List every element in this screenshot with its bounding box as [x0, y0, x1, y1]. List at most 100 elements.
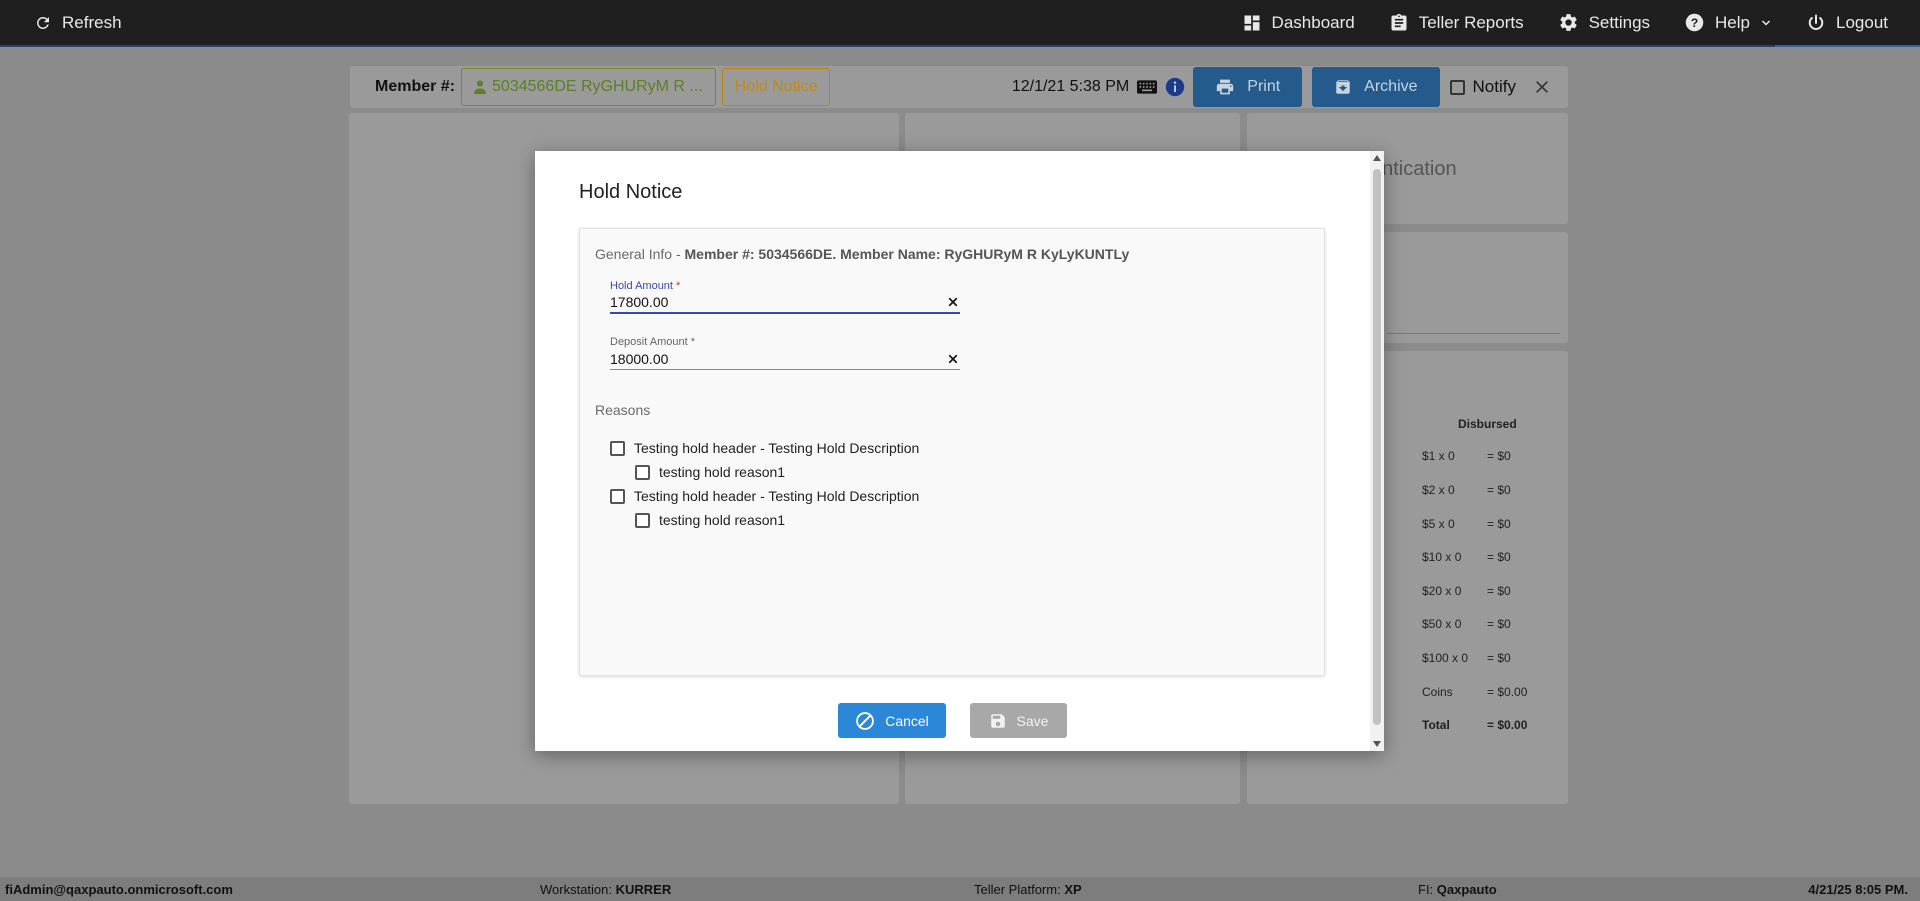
nav-settings[interactable]: Settings	[1558, 12, 1650, 33]
cash-denom: $100 x 0	[1422, 651, 1469, 665]
help-icon: ?	[1685, 13, 1704, 32]
nav-teller-reports[interactable]: Teller Reports	[1389, 13, 1524, 33]
cash-denom: $1 x 0	[1422, 449, 1455, 463]
deposit-amount-clear-button[interactable]	[948, 354, 958, 364]
refresh-icon	[36, 16, 49, 29]
nav-logout-label: Logout	[1836, 12, 1888, 32]
chevron-down-icon	[1761, 19, 1771, 26]
footer-platform-value: XP	[1064, 882, 1082, 897]
hold-notice-chip[interactable]: Hold Notice	[721, 68, 831, 106]
save-button[interactable]: Save	[970, 703, 1067, 738]
dashboard-icon	[1244, 15, 1260, 30]
footer-user-value: fiAdmin@qaxpauto.onmicrosoft.com	[5, 882, 233, 897]
scroll-down-arrow[interactable]	[1373, 741, 1381, 747]
nav-help[interactable]: ? Help	[1684, 12, 1772, 33]
close-icon	[948, 297, 958, 307]
nav-settings-label: Settings	[1588, 12, 1651, 32]
status-footer: fiAdmin@qaxpauto.onmicrosoft.com Worksta…	[0, 877, 1920, 901]
cash-denom: $20 x 0	[1422, 584, 1462, 598]
deposit-amount-field: Deposit Amount *	[610, 336, 960, 370]
notify-checkbox[interactable]	[1449, 79, 1465, 95]
keyboard-icon[interactable]	[1137, 80, 1158, 94]
footer-platform-label: Teller Platform:	[974, 882, 1065, 897]
hold-amount-row	[610, 292, 960, 314]
archive-button[interactable]: Archive	[1312, 67, 1440, 107]
footer-workstation: Workstation: KURRER	[540, 882, 671, 897]
cash-header: Disbursed	[1458, 417, 1517, 431]
cash-denom: Total	[1422, 718, 1450, 732]
checkbox[interactable]	[635, 464, 650, 480]
required-marker: *	[690, 336, 695, 348]
archive-label: Archive	[1364, 78, 1418, 95]
reasons-title: Reasons	[595, 402, 651, 418]
nav-help-label: Help	[1715, 12, 1750, 32]
cash-amount: = $0	[1487, 550, 1511, 564]
scrollbar-thumb[interactable]	[1373, 169, 1381, 725]
cash-amount: = $0	[1487, 483, 1511, 497]
hold-notice-form: General Info - Member #: 5034566DE. Memb…	[579, 228, 1325, 676]
cash-denom: $50 x 0	[1422, 617, 1462, 631]
footer-datetime-value: 4/21/25 8:05 PM.	[1808, 882, 1908, 897]
reason-header-checkbox[interactable]: Testing hold header - Testing Hold Descr…	[610, 488, 919, 504]
footer-workstation-value: KURRER	[615, 882, 672, 897]
reason-label: testing hold reason1	[659, 512, 786, 528]
member-chip[interactable]: 5034566DE RyGHURyM R ...	[461, 68, 716, 106]
dialog-actions: Cancel Save	[535, 703, 1370, 738]
checkbox[interactable]	[610, 440, 625, 456]
general-info-prefix: General Info -	[595, 246, 685, 262]
reason-item-checkbox[interactable]: testing hold reason1	[635, 512, 785, 528]
required-marker: *	[676, 280, 681, 292]
power-icon	[1808, 14, 1824, 30]
nav-teller-reports-label: Teller Reports	[1418, 12, 1524, 32]
checkbox[interactable]	[610, 488, 625, 504]
info-icon[interactable]	[1165, 77, 1185, 97]
deposit-amount-label: Deposit Amount *	[610, 336, 960, 348]
notify-label: Notify	[1472, 77, 1516, 96]
clipboard-icon	[1391, 13, 1407, 31]
panel-divider	[1387, 333, 1560, 334]
hold-amount-label: Hold Amount *	[610, 280, 960, 292]
session-datetime: 12/1/21 5:38 PM	[1011, 78, 1130, 95]
deposit-amount-label-text: Deposit Amount	[610, 336, 688, 348]
checkbox[interactable]	[635, 512, 650, 528]
deposit-amount-input[interactable]	[610, 350, 910, 367]
cash-amount: = $0	[1487, 584, 1511, 598]
member-label: Member #:	[375, 78, 456, 95]
cash-amount: = $0	[1487, 449, 1511, 463]
close-icon[interactable]	[1534, 79, 1550, 95]
hold-amount-input[interactable]	[610, 294, 910, 310]
nav-dashboard[interactable]: Dashboard	[1242, 13, 1355, 33]
hold-amount-clear-button[interactable]	[948, 297, 958, 307]
cash-denom: $10 x 0	[1422, 550, 1462, 564]
scroll-up-arrow[interactable]	[1373, 155, 1381, 161]
reason-header-checkbox[interactable]: Testing hold header - Testing Hold Descr…	[610, 440, 919, 456]
cancel-label: Cancel	[885, 712, 929, 729]
notify-toggle[interactable]: Notify	[1449, 77, 1516, 97]
svg-text:?: ?	[1691, 16, 1698, 30]
footer-fi-label: FI:	[1418, 882, 1437, 897]
save-label: Save	[1016, 712, 1049, 729]
member-bar-actions: 12/1/21 5:38 PM Print Archive Notify	[1012, 66, 1568, 108]
reason-label: Testing hold header - Testing Hold Descr…	[634, 440, 920, 456]
deposit-amount-row	[610, 348, 960, 370]
reason-item-checkbox[interactable]: testing hold reason1	[635, 464, 785, 480]
hold-notice-dialog: Hold Notice General Info - Member #: 503…	[535, 151, 1384, 751]
close-icon	[948, 354, 958, 363]
cash-amount: = $0	[1487, 617, 1511, 631]
print-label: Print	[1247, 78, 1281, 95]
footer-fi: FI: Qaxpauto	[1418, 882, 1497, 897]
nav-logout[interactable]: Logout	[1806, 13, 1888, 33]
footer-workstation-label: Workstation:	[540, 882, 616, 897]
main-nav: Dashboard Teller Reports Settings ? Help…	[1242, 0, 1920, 45]
cash-amount: = $0	[1487, 651, 1511, 665]
member-chip-label: 5034566DE RyGHURyM R ...	[492, 78, 703, 95]
refresh-button[interactable]: Refresh	[34, 13, 122, 33]
cancel-button[interactable]: Cancel	[838, 703, 946, 738]
general-info: General Info - Member #: 5034566DE. Memb…	[595, 246, 1129, 262]
cash-denom: $5 x 0	[1422, 517, 1455, 531]
cash-denom: $2 x 0	[1422, 483, 1455, 497]
print-button[interactable]: Print	[1193, 67, 1303, 107]
block-icon	[856, 711, 875, 730]
dialog-scrollbar[interactable]	[1370, 151, 1384, 751]
member-bar: Member #: 5034566DE RyGHURyM R ... Hold …	[350, 66, 1568, 108]
